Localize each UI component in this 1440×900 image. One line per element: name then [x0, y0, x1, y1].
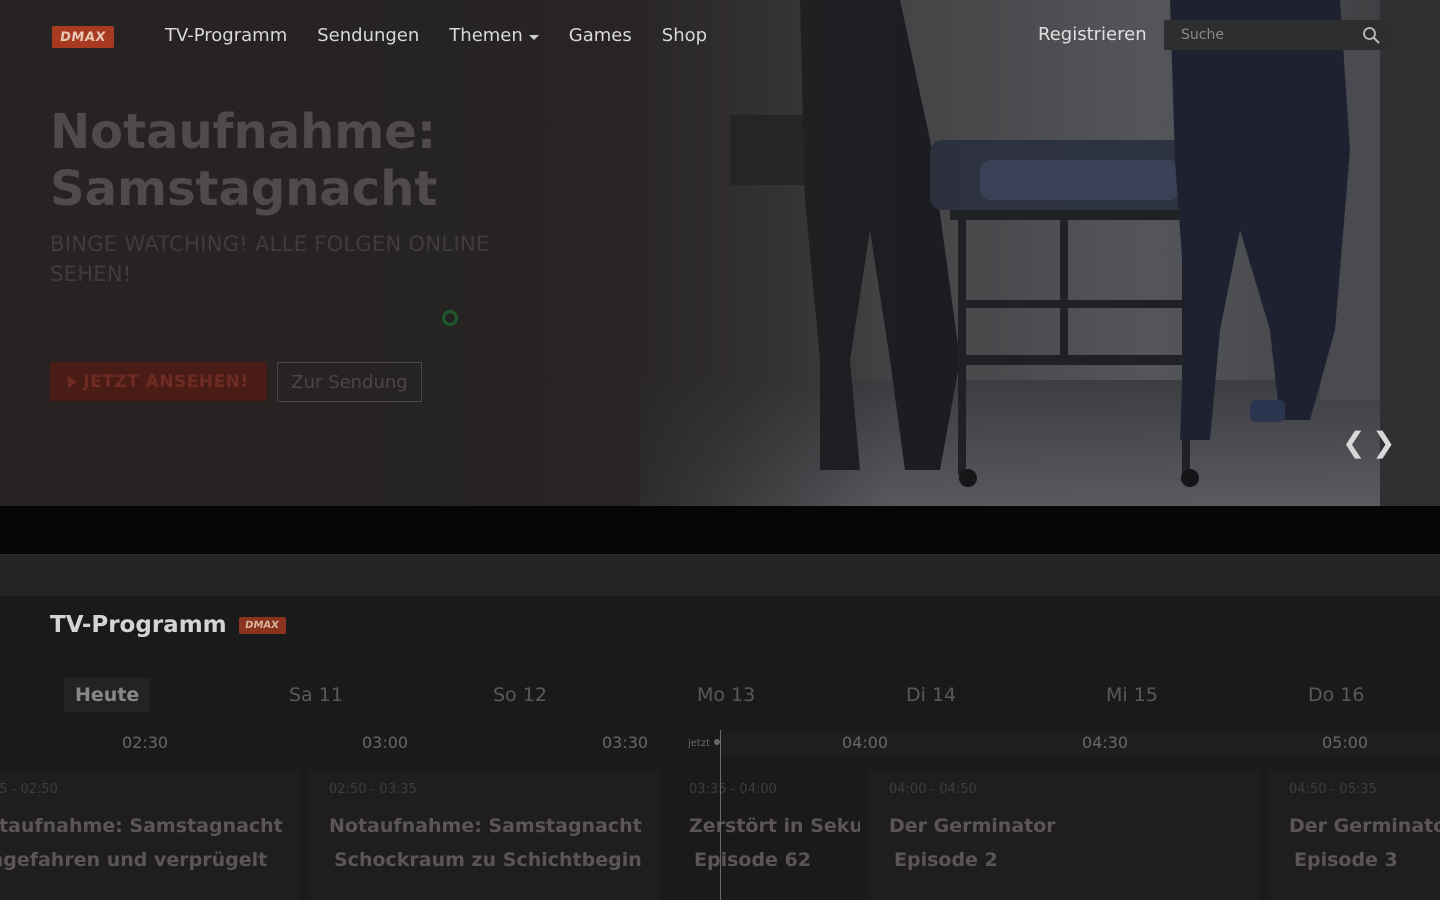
- nav-tv-programm[interactable]: TV-Programm: [165, 24, 287, 48]
- program-card[interactable]: 04:50 - 05:35 Der Germinator Episode 3: [1269, 770, 1440, 900]
- day-tab-today[interactable]: Heute: [64, 678, 151, 712]
- nav-themen-label: Themen: [449, 25, 523, 46]
- program-time: 02:50 - 03:35: [329, 782, 417, 797]
- to-show-button[interactable]: Zur Sendung: [277, 362, 422, 402]
- loading-spinner-icon: [442, 310, 458, 326]
- time-tick: 02:30: [122, 733, 169, 752]
- carousel-prev-icon[interactable]: ❮: [1342, 428, 1365, 458]
- day-tab-sa[interactable]: Sa 11: [289, 678, 343, 712]
- tv-programm-section: TV-Programm DMAX Heute Sa 11 So 12 Mo 13…: [0, 596, 1440, 900]
- watch-now-button[interactable]: JETZT ANSEHEN!: [50, 362, 267, 401]
- program-episode: Schockraum zu Schichtbegin: [334, 849, 642, 871]
- nav-games[interactable]: Games: [569, 24, 632, 48]
- day-tab-di[interactable]: Di 14: [906, 678, 956, 712]
- search-input[interactable]: [1164, 20, 1350, 50]
- hero-subtitle: BINGE WATCHING! ALLE FOLGEN ONLINE SEHEN…: [50, 232, 490, 286]
- program-episode: Episode 62: [694, 849, 811, 871]
- play-icon: [68, 375, 78, 388]
- program-card[interactable]: 02:05 - 02:50 Notaufnahme: Samstagnacht …: [0, 770, 300, 900]
- time-tick: 05:00: [1322, 733, 1369, 752]
- program-time: 03:35 - 04:00: [689, 782, 777, 797]
- logo-text: DMAX: [59, 29, 107, 45]
- program-time: 04:50 - 05:35: [1289, 782, 1377, 797]
- program-title: Der Germinator: [889, 815, 1056, 837]
- watch-now-label: JETZT ANSEHEN!: [83, 371, 249, 392]
- program-title: Notaufnahme: Samstagnacht: [0, 815, 283, 837]
- top-navigation: DMAX TV-Programm Sendungen Themen Games …: [0, 0, 1440, 70]
- main-nav: TV-Programm Sendungen Themen Games Shop: [165, 24, 707, 48]
- nav-shop[interactable]: Shop: [662, 24, 707, 48]
- program-title: Der Germinator: [1289, 815, 1440, 837]
- program-time: 02:05 - 02:50: [0, 782, 58, 797]
- program-episode: Angefahren und verprügelt: [0, 849, 268, 871]
- time-tick: 04:30: [1082, 733, 1129, 752]
- day-tabs: Heute Sa 11 So 12 Mo 13 Di 14 Mi 15 Do 1…: [0, 678, 1440, 712]
- hero-title: Notaufnahme: Samstagnacht: [50, 104, 438, 217]
- program-card[interactable]: 02:50 - 03:35 Notaufnahme: Samstagnacht …: [309, 770, 660, 900]
- program-card[interactable]: 03:35 - 04:00 Zerstört in Sekunden Episo…: [669, 770, 860, 900]
- program-episode: Episode 3: [1294, 849, 1398, 871]
- search-icon[interactable]: [1362, 26, 1380, 44]
- search-box: [1164, 20, 1390, 50]
- time-tick: 03:30: [602, 733, 649, 752]
- program-title: Zerstört in Sekunden: [689, 815, 860, 837]
- divider-band: [0, 506, 1440, 554]
- caret-down-icon: [528, 34, 539, 40]
- program-time: 04:00 - 04:50: [889, 782, 977, 797]
- time-tick: 04:00: [842, 733, 889, 752]
- register-link[interactable]: Registrieren: [1038, 23, 1147, 47]
- day-tab-mi[interactable]: Mi 15: [1106, 678, 1158, 712]
- program-title: Notaufnahme: Samstagnacht: [329, 815, 642, 837]
- carousel-next-icon[interactable]: ❯: [1372, 428, 1395, 458]
- day-tab-do[interactable]: Do 16: [1308, 678, 1364, 712]
- channel-logo: DMAX: [238, 617, 286, 634]
- now-label: jetzt: [688, 738, 711, 749]
- tv-programm-header: TV-Programm DMAX: [50, 610, 286, 640]
- channel-logo-text: DMAX: [244, 620, 280, 631]
- program-episode: Episode 2: [894, 849, 998, 871]
- day-tab-so[interactable]: So 12: [493, 678, 547, 712]
- day-tab-mo[interactable]: Mo 13: [697, 678, 755, 712]
- tv-programm-title: TV-Programm: [50, 612, 227, 638]
- time-tick: 03:00: [362, 733, 409, 752]
- nav-themen[interactable]: Themen: [449, 24, 539, 48]
- hero-banner: DMAX TV-Programm Sendungen Themen Games …: [0, 0, 1440, 506]
- now-indicator-line: [720, 730, 721, 900]
- section-spacer: [0, 554, 1440, 596]
- dmax-logo[interactable]: DMAX: [52, 26, 114, 48]
- program-card[interactable]: 04:00 - 04:50 Der Germinator Episode 2: [869, 770, 1260, 900]
- nav-sendungen[interactable]: Sendungen: [317, 24, 419, 48]
